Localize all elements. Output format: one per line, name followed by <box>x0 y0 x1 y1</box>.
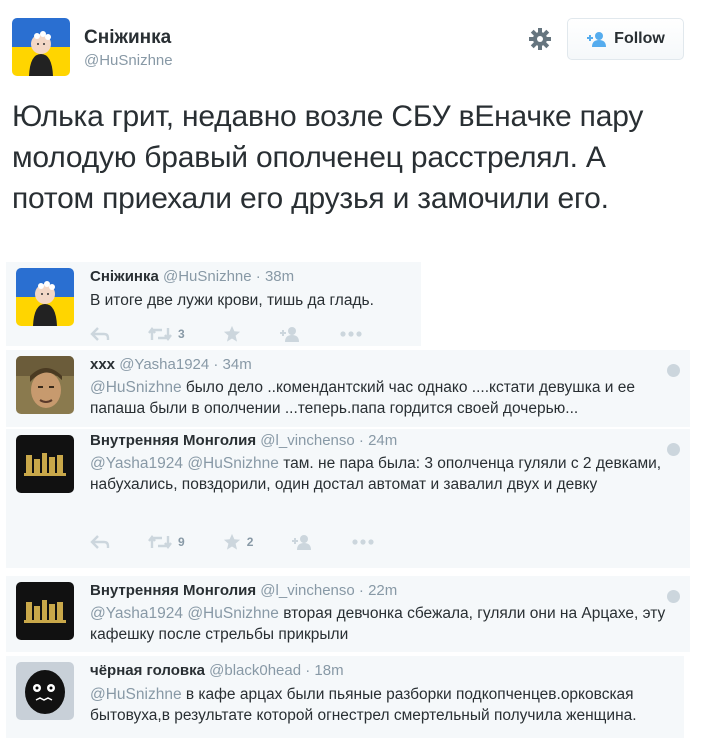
follow-label: Follow <box>614 30 665 47</box>
timestamp[interactable]: · 24m <box>359 432 397 449</box>
reply-button[interactable] <box>90 534 110 550</box>
reply-body: В итоге две лужи крови, тишь да гладь. <box>90 292 374 309</box>
reply-text: @HuSnizhne было дело ..комендантский час… <box>90 377 690 419</box>
timestamp[interactable]: · 34m <box>213 356 251 373</box>
timestamp[interactable]: · 18m <box>305 662 343 679</box>
retweet-icon <box>148 534 172 550</box>
tweet-actions: 3 <box>90 324 401 344</box>
author-handle[interactable]: @HuSnizhne <box>84 52 173 69</box>
reply-icon <box>90 534 110 550</box>
reply-tweet[interactable]: Сніжинка @HuSnizhne · 38m В итоге две лу… <box>6 262 421 346</box>
avatar[interactable] <box>12 18 70 76</box>
avatar[interactable] <box>16 582 74 640</box>
reply-tweet[interactable]: Внутренняя Монголия @l_vinchenso · 24m @… <box>6 429 690 568</box>
more-button[interactable] <box>351 539 375 545</box>
timestamp[interactable]: · 22m <box>359 582 397 599</box>
retweet-count: 3 <box>178 327 185 341</box>
mentions[interactable]: @HuSnizhne <box>90 379 182 396</box>
author-handle[interactable]: @l_vinchenso <box>260 582 354 599</box>
reply-button[interactable] <box>90 326 110 342</box>
globe-icon <box>667 364 680 377</box>
retweet-button[interactable]: 9 <box>148 534 185 550</box>
add-user-icon <box>586 31 608 47</box>
follow-small-button[interactable] <box>291 534 313 550</box>
mentions[interactable]: @HuSnizhne <box>90 686 182 703</box>
more-button[interactable] <box>339 331 363 337</box>
reply-text: В итоге две лужи крови, тишь да гладь. <box>90 290 690 311</box>
globe-icon <box>667 590 680 603</box>
author-handle[interactable]: @HuSnizhne <box>163 268 252 285</box>
author-handle[interactable]: @black0head <box>209 662 301 679</box>
author-name[interactable]: Сніжинка <box>90 268 159 285</box>
favorite-button[interactable] <box>223 325 241 343</box>
avatar[interactable] <box>16 435 74 493</box>
reply-header: чёрная головка @black0head · 18m <box>90 662 344 679</box>
follow-button[interactable]: Follow <box>567 18 684 60</box>
avatar[interactable] <box>16 662 74 720</box>
reply-icon <box>90 326 110 342</box>
add-user-icon <box>279 326 301 342</box>
avatar[interactable] <box>16 268 74 326</box>
author-name[interactable]: Внутренняя Монголия <box>90 432 256 449</box>
reply-text: @HuSnizhne в кафе арцах были пьяные разб… <box>90 684 685 726</box>
tweet-actions: 9 2 <box>90 532 413 552</box>
timestamp[interactable]: · 38m <box>256 268 294 285</box>
favorite-count: 2 <box>246 535 254 549</box>
star-icon <box>223 533 241 551</box>
mentions[interactable]: @Yasha1924 @HuSnizhne <box>90 605 279 622</box>
star-icon <box>223 325 241 343</box>
reply-header: Внутренняя Монголия @l_vinchenso · 22m <box>90 582 397 599</box>
reply-header: xxx @Yasha1924 · 34m <box>90 356 252 373</box>
retweet-icon <box>148 326 172 342</box>
author-handle[interactable]: @l_vinchenso <box>260 432 354 449</box>
author-name[interactable]: Сніжинка <box>84 27 171 49</box>
reply-tweet[interactable]: Внутренняя Монголия @l_vinchenso · 22m @… <box>6 576 690 652</box>
reply-header: Сніжинка @HuSnizhne · 38m <box>90 268 294 285</box>
retweet-count: 9 <box>178 535 185 549</box>
favorite-button[interactable]: 2 <box>223 533 254 551</box>
reply-text: @Yasha1924 @HuSnizhne там. не пара была:… <box>90 453 690 495</box>
gear-icon[interactable] <box>527 26 553 52</box>
reply-tweet[interactable]: чёрная головка @black0head · 18m @HuSniz… <box>6 656 684 738</box>
main-tweet: Сніжинка @HuSnizhne Follow Юлька грит, н… <box>0 0 703 265</box>
add-user-icon <box>291 534 313 550</box>
reply-header: Внутренняя Монголия @l_vinchenso · 24m <box>90 432 397 449</box>
author-name[interactable]: чёрная головка <box>90 662 205 679</box>
author-name[interactable]: xxx <box>90 356 115 373</box>
author-handle[interactable]: @Yasha1924 <box>119 356 209 373</box>
author-name[interactable]: Внутренняя Монголия <box>90 582 256 599</box>
follow-small-button[interactable] <box>279 326 301 342</box>
more-icon <box>339 331 363 337</box>
retweet-button[interactable]: 3 <box>148 326 185 342</box>
reply-tweet[interactable]: xxx @Yasha1924 · 34m @HuSnizhne было дел… <box>6 350 690 427</box>
reply-text: @Yasha1924 @HuSnizhne вторая девчонка сб… <box>90 603 690 645</box>
avatar[interactable] <box>16 356 74 414</box>
tweet-text: Юлька грит, недавно возле СБУ вЕначке па… <box>12 100 644 215</box>
more-icon <box>351 539 375 545</box>
mentions[interactable]: @Yasha1924 @HuSnizhne <box>90 455 279 472</box>
